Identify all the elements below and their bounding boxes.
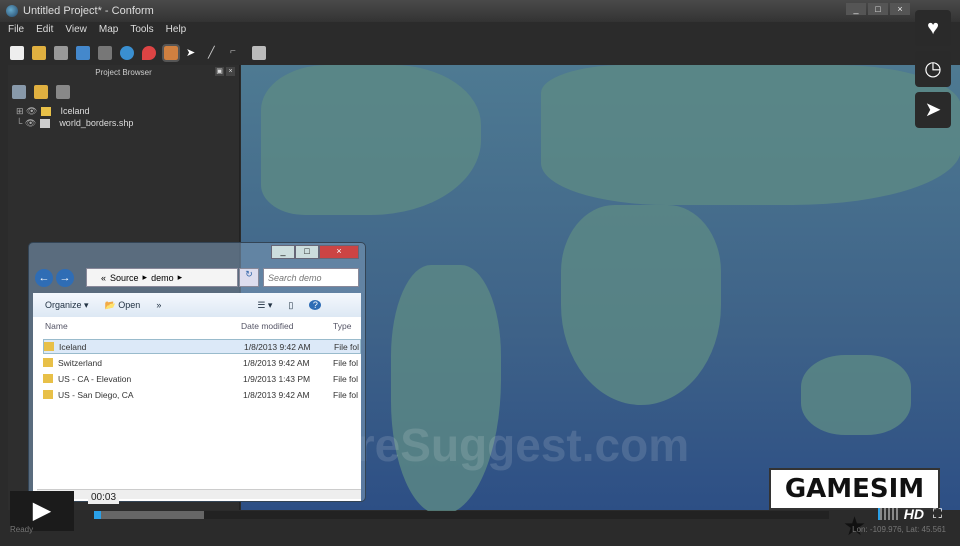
explorer-minimize-button[interactable]: _ — [271, 245, 295, 259]
pan-hand-icon[interactable] — [162, 44, 180, 62]
column-date[interactable]: Date modified — [241, 321, 293, 331]
close-button[interactable]: × — [890, 3, 910, 15]
progress-fill — [94, 511, 102, 519]
menu-tools[interactable]: Tools — [130, 24, 153, 35]
save-icon[interactable] — [54, 46, 68, 60]
watch-later-clock-icon[interactable]: ◷ — [915, 51, 951, 87]
open-folder-icon[interactable] — [32, 46, 46, 60]
more-button[interactable]: » — [156, 300, 161, 310]
file-list: Name Date modified Type Iceland 1/8/2013 … — [33, 317, 361, 501]
column-name[interactable]: Name — [45, 321, 68, 331]
redo-icon[interactable] — [98, 46, 112, 60]
minimize-button[interactable]: _ — [846, 3, 866, 15]
vertex-icon[interactable]: ⌐ — [230, 46, 244, 60]
search-input[interactable] — [263, 268, 359, 287]
delete-icon[interactable] — [56, 85, 70, 99]
tree-item[interactable]: ⊞ 👁 Iceland — [16, 105, 133, 117]
project-tree: ⊞ 👁 Iceland └ 👁 world_borders.shp — [16, 105, 133, 129]
close-panel-button[interactable]: × — [226, 67, 235, 76]
map-pin-icon[interactable] — [142, 46, 156, 60]
menu-view[interactable]: View — [65, 24, 87, 35]
toolbar: ➤ ╱ ⌐ — [10, 43, 266, 63]
file-explorer-window: _□× ←→ « Source ▸ demo ▸ ↻ Organize ▾ 📂 … — [28, 242, 366, 502]
status-text: Ready — [10, 525, 34, 534]
like-heart-icon[interactable]: ♥ — [915, 10, 951, 46]
add-layer-icon[interactable] — [12, 85, 26, 99]
maximize-button[interactable]: □ — [868, 3, 888, 15]
forward-button[interactable]: → — [56, 269, 74, 287]
window-title: Untitled Project* - Conform — [23, 5, 154, 17]
menu-edit[interactable]: Edit — [36, 24, 53, 35]
organize-button[interactable]: Organize ▾ — [45, 300, 89, 311]
tree-item[interactable]: └ 👁 world_borders.shp — [16, 117, 133, 129]
preview-pane-icon[interactable]: ▯ — [288, 300, 293, 311]
file-row[interactable]: Iceland 1/8/2013 9:42 AM File fol — [43, 339, 361, 354]
share-send-icon[interactable]: ➤ — [915, 92, 951, 128]
time-tooltip: 00:03 — [88, 491, 120, 504]
back-button[interactable]: ← — [35, 269, 53, 287]
new-file-icon[interactable] — [10, 46, 24, 60]
help-icon[interactable]: ? — [309, 300, 322, 310]
explorer-close-button[interactable]: × — [319, 245, 359, 259]
column-type[interactable]: Type — [333, 321, 351, 331]
title-bar: Untitled Project* - Conform _ □ × — [0, 0, 960, 22]
globe-icon[interactable] — [120, 46, 134, 60]
fullscreen-icon[interactable]: ⛶ — [933, 506, 942, 522]
menu-file[interactable]: File — [8, 24, 24, 35]
add-folder-icon[interactable] — [34, 85, 48, 99]
volume-icon[interactable] — [878, 508, 898, 520]
address-bar[interactable]: « Source ▸ demo ▸ — [86, 268, 238, 287]
progress-bar[interactable] — [94, 511, 829, 519]
app-globe-icon — [6, 5, 18, 17]
explorer-maximize-button[interactable]: □ — [295, 245, 319, 259]
undo-icon[interactable] — [76, 46, 90, 60]
file-row[interactable]: US - San Diego, CA 1/8/2013 9:42 AM File f… — [43, 387, 361, 402]
menu-map[interactable]: Map — [99, 24, 118, 35]
screenshot-icon[interactable] — [252, 46, 266, 60]
hd-button[interactable]: HD — [904, 506, 924, 522]
buffered-bar — [94, 511, 205, 519]
menu-bar: File Edit View Map Tools Help — [8, 24, 186, 35]
coordinates-readout: Lon: -109.976, Lat: 45.561 — [852, 525, 946, 534]
open-button[interactable]: 📂 Open — [105, 300, 141, 311]
view-options-icon[interactable]: ☰ ▾ — [257, 300, 272, 311]
video-player-controls: ▶ 00:03 HD ⛶ — [0, 491, 960, 539]
panel-title: Project Browser — [95, 68, 152, 77]
draw-line-icon[interactable]: ╱ — [208, 46, 222, 60]
file-row[interactable]: US - CA - Elevation 1/9/2013 1:43 PM File … — [43, 371, 361, 386]
refresh-button[interactable]: ↻ — [239, 268, 259, 287]
select-arrow-icon[interactable]: ➤ — [186, 46, 200, 60]
command-bar: Organize ▾ 📂 Open » ☰ ▾ ▯ ? — [33, 293, 361, 317]
file-row[interactable]: Switzerland 1/8/2013 9:42 AM File fol — [43, 355, 361, 370]
float-panel-button[interactable]: ▣ — [215, 67, 224, 76]
menu-help[interactable]: Help — [166, 24, 187, 35]
